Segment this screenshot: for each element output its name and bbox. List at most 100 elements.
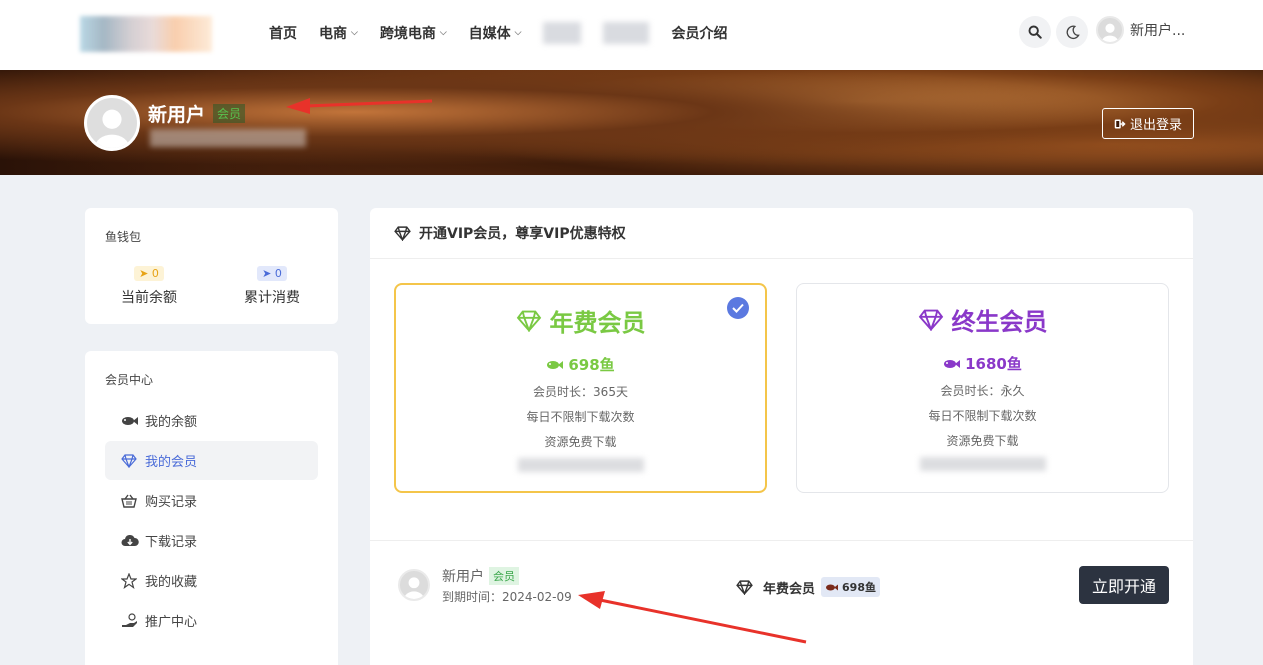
sidebar-item-label: 下载记录 (145, 535, 198, 550)
banner-user-name: 新用户 会员 (148, 100, 246, 127)
moon-icon (1066, 25, 1080, 39)
diamond-icon (121, 453, 143, 468)
nav-item-redacted[interactable] (603, 22, 650, 44)
footer-user: 新用户 会员 (442, 566, 519, 586)
vip-center-card: 会员中心 我的余额 我的会员 购买记录 下载记录 我的收藏 推广中心 (85, 351, 338, 665)
balance-value: 0 (151, 267, 159, 280)
plan-price: 698鱼 (396, 354, 765, 375)
fish-icon (121, 415, 143, 427)
footer-user-name: 新用户 (442, 569, 484, 585)
selected-plan-price: 698鱼 (821, 577, 880, 597)
panel-header: 开通VIP会员，尊享VIP优惠特权 (370, 208, 1193, 259)
wallet-card: 鱼钱包 ➤ 0 当前余额 ➤ 0 累计消费 (85, 208, 338, 324)
user-silhouette-icon (404, 577, 424, 599)
plan-name: 终生会员 (797, 302, 1168, 337)
plan-name-label: 终生会员 (951, 308, 1048, 336)
spent-block[interactable]: ➤ 0 累计消费 (222, 262, 322, 307)
fish-icon: ➤ (262, 267, 272, 280)
sidebar-item-label: 购买记录 (145, 495, 198, 510)
diamond-icon (394, 225, 411, 241)
balance-block[interactable]: ➤ 0 当前余额 (99, 262, 199, 307)
spent-value: 0 (274, 267, 282, 280)
nav-item-self-media[interactable]: 自媒体 ⌵ (469, 23, 522, 43)
sidebar-item-downloads[interactable]: 下载记录 (105, 521, 318, 560)
nav-item-vip-intro[interactable]: 会员介绍 (671, 23, 727, 43)
plan-name: 年费会员 (396, 303, 765, 338)
plan-benefit: 资源免费下载 (544, 435, 617, 449)
plan-name-label: 年费会员 (549, 309, 646, 337)
nav-user-name: 新用户... (1130, 23, 1186, 39)
sidebar-item-balance[interactable]: 我的余额 (105, 401, 318, 440)
fish-icon: ➤ (139, 267, 149, 280)
redacted-benefit (919, 457, 1046, 471)
logout-label: 退出登录 (1129, 118, 1182, 133)
nav-item-label: 会员介绍 (671, 26, 728, 42)
nav-item-label: 跨境电商 (379, 26, 436, 42)
sidebar-item-membership[interactable]: 我的会员 (105, 441, 318, 480)
balance-label: 当前余额 (121, 290, 177, 306)
panel-heading: 开通VIP会员，尊享VIP优惠特权 (419, 226, 626, 242)
sidebar-item-label: 我的会员 (145, 455, 198, 470)
selected-plan-name: 年费会员 (763, 581, 816, 597)
plan-benefit: 每日不限制下载次数 (928, 409, 1037, 423)
diamond-icon (736, 579, 753, 595)
nav-item-label: 首页 (269, 26, 297, 42)
spent-badge: ➤ 0 (257, 266, 287, 281)
nav-item-label: 自媒体 (468, 26, 511, 42)
redacted-benefit (517, 458, 644, 472)
nav-item-ecommerce[interactable]: 电商 ⌵ (319, 23, 358, 43)
logout-button[interactable]: 退出登录 (1102, 108, 1194, 139)
sidebar-item-referral[interactable]: 推广中心 (105, 601, 318, 640)
basket-icon (121, 494, 143, 508)
plan-price-value: 1680鱼 (965, 355, 1022, 373)
vip-badge: 会员 (213, 104, 246, 123)
avatar[interactable] (84, 95, 140, 151)
sidebar-item-purchases[interactable]: 购买记录 (105, 481, 318, 520)
hand-coin-icon (121, 612, 143, 629)
star-icon (121, 572, 143, 589)
user-name: 新用户 (148, 104, 206, 126)
sidebar-item-favorites[interactable]: 我的收藏 (105, 561, 318, 600)
vip-center-title: 会员中心 (105, 373, 154, 387)
avatar (1096, 16, 1124, 44)
cloud-download-icon (121, 534, 143, 548)
selected-plan-price-value: 698鱼 (842, 581, 876, 594)
nav-user-menu[interactable]: 新用户... (1096, 16, 1185, 44)
check-icon (727, 297, 749, 319)
fish-icon (825, 583, 839, 592)
diamond-icon (918, 309, 944, 331)
plan-card-annual[interactable]: 年费会员 698鱼 会员时长：365天 每日不限制下载次数 资源免费下载 (394, 283, 767, 493)
avatar (398, 569, 430, 601)
nav-item-home[interactable]: 首页 (269, 23, 297, 43)
plan-price-value: 698鱼 (568, 356, 615, 374)
nav-item-label: 电商 (319, 26, 347, 42)
search-icon (1028, 25, 1042, 39)
plan-card-lifetime[interactable]: 终生会员 1680鱼 会员时长：永久 每日不限制下载次数 资源免费下载 (796, 283, 1169, 493)
buy-now-button[interactable]: 立即开通 (1079, 566, 1169, 604)
top-nav: 首页 电商 ⌵ 跨境电商 ⌵ 自媒体 ⌵ 会员介绍 新用户... (0, 0, 1263, 70)
wallet-title: 鱼钱包 (105, 230, 142, 244)
search-button[interactable] (1019, 16, 1051, 48)
site-logo[interactable] (80, 16, 212, 52)
plan-price: 1680鱼 (797, 353, 1168, 374)
plan-duration: 会员时长：365天 (533, 385, 628, 399)
nav-item-cross-border[interactable]: 跨境电商 ⌵ (380, 23, 447, 43)
vip-badge: 会员 (489, 567, 519, 585)
fish-icon (943, 358, 961, 370)
expire-date: 到期时间：2024-02-09 (442, 590, 572, 604)
selected-plan-summary: 年费会员 698鱼 (736, 577, 880, 597)
balance-badge: ➤ 0 (134, 266, 164, 281)
dark-mode-toggle[interactable] (1056, 16, 1088, 48)
plan-benefit: 资源免费下载 (946, 434, 1019, 448)
plan-benefit: 每日不限制下载次数 (526, 410, 635, 424)
chevron-down-icon: ⌵ (351, 28, 358, 38)
chevron-down-icon: ⌵ (514, 28, 522, 38)
spent-label: 累计消费 (244, 290, 300, 306)
sidebar-item-label: 推广中心 (145, 615, 198, 630)
diamond-icon (516, 310, 542, 332)
chevron-down-icon: ⌵ (439, 28, 447, 38)
fish-icon (546, 359, 564, 371)
sign-out-icon (1114, 119, 1126, 128)
sidebar-item-label: 我的余额 (145, 415, 198, 430)
nav-item-redacted[interactable] (543, 22, 582, 44)
